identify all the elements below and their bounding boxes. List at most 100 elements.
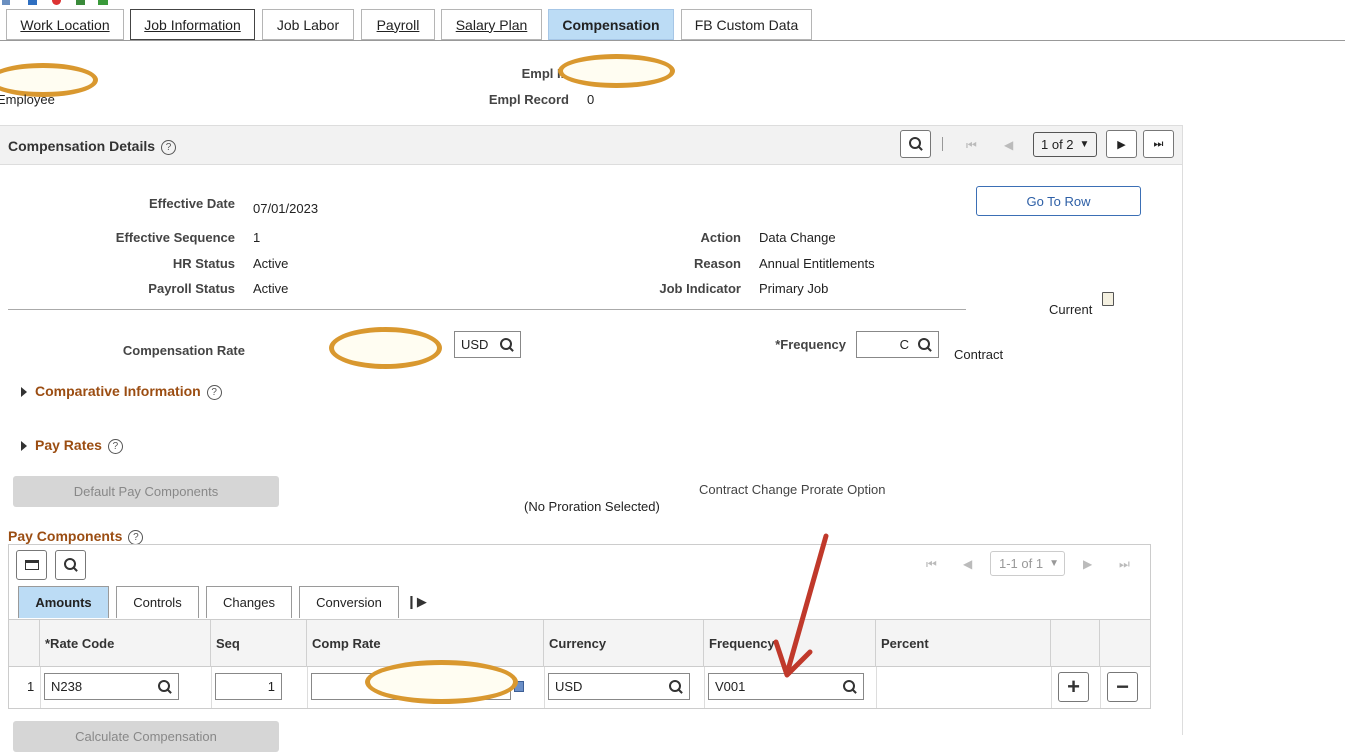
help-icon[interactable]: ? (128, 529, 144, 545)
grid-personalize-icon (24, 560, 39, 570)
search-icon[interactable] (918, 337, 932, 352)
search-icon (908, 137, 923, 151)
row-cell-divider (211, 667, 212, 708)
search-icon[interactable] (843, 679, 857, 694)
help-icon[interactable]: ? (107, 438, 123, 454)
redaction-ellipse-row-comp-rate (365, 660, 518, 704)
currency-input[interactable]: USD (454, 331, 521, 358)
comparative-information-toggle[interactable]: Comparative Information? (21, 383, 222, 400)
grid-pager-select[interactable]: 1-1 of 1 ▼ (990, 551, 1065, 576)
default-pay-components-button[interactable]: Default Pay Components (13, 476, 279, 507)
search-icon[interactable] (158, 679, 172, 694)
comp-details-border-right (1182, 125, 1183, 735)
next-icon: ▶ (1117, 138, 1126, 151)
subtab-conversion[interactable]: Conversion (299, 586, 399, 618)
minus-icon: − (1116, 674, 1129, 699)
chevron-down-icon: ▼ (1049, 558, 1059, 569)
hr-status-value: Active (253, 256, 289, 271)
first-row-icon: ⏮ (966, 138, 977, 152)
action-value: Data Change (759, 230, 836, 245)
col-add (1051, 620, 1100, 667)
help-icon[interactable]: ? (206, 384, 222, 400)
redaction-ellipse-empl-id (558, 54, 675, 88)
col-seq: Seq (211, 620, 307, 667)
add-row-button[interactable]: + (1058, 672, 1089, 702)
tab-payroll[interactable]: Payroll (361, 9, 435, 40)
calculate-compensation-button[interactable]: Calculate Compensation (13, 721, 279, 752)
grid-next-icon: ▶ (1083, 557, 1093, 571)
rate-code-input[interactable]: N238 (44, 673, 179, 700)
last-icon: ⏭ (1153, 137, 1164, 150)
search-icon[interactable] (500, 337, 514, 352)
personalize-grid-button[interactable] (16, 550, 47, 580)
frequency-label: *Frequency (775, 337, 846, 352)
currency-row-input[interactable]: USD (548, 673, 690, 700)
expand-triangle-icon (21, 441, 27, 452)
pay-components-title: Pay Components? (8, 528, 144, 545)
search-icon (63, 558, 78, 572)
row-pager-select[interactable]: 1 of 2 ▼ (1033, 132, 1097, 157)
frequency-input[interactable]: C (856, 331, 939, 358)
col-currency: Currency (544, 620, 704, 667)
delete-row-button[interactable]: − (1107, 672, 1138, 702)
job-indicator-label: Job Indicator (659, 281, 741, 296)
effective-sequence-value: 1 (253, 230, 261, 245)
payroll-status-value: Active (253, 281, 289, 296)
empl-id-label: Empl ID (521, 66, 570, 81)
seq-input[interactable]: 1 (215, 673, 282, 700)
effective-date-value: 07/01/2023 (253, 201, 319, 216)
grid-first-icon: ⏮ (926, 557, 937, 571)
toolbar-icon-1[interactable] (2, 0, 10, 5)
toolbar-icon-5[interactable] (98, 0, 108, 5)
grid-search-button[interactable] (55, 550, 86, 580)
pay-rates-toggle[interactable]: Pay Rates? (21, 437, 123, 454)
tab-fb-custom-data[interactable]: FB Custom Data (681, 9, 812, 40)
grid-last-icon: ⏭ (1119, 557, 1130, 571)
tab-compensation[interactable]: Compensation (548, 9, 674, 40)
tab-salary-plan[interactable]: Salary Plan (441, 9, 542, 40)
toolbar-icon-3[interactable] (52, 0, 61, 5)
comp-details-search-button[interactable] (900, 130, 931, 158)
current-label: Current (1049, 302, 1093, 317)
toolbar-icon-4[interactable] (76, 0, 85, 5)
effective-sequence-label: Effective Sequence (115, 230, 235, 245)
tabs-divider (0, 40, 1345, 41)
subtab-amounts[interactable]: Amounts (18, 586, 109, 618)
employee-label: Employee (0, 92, 55, 107)
row-cell-divider (704, 667, 705, 708)
action-label: Action (700, 230, 741, 245)
grid-previous-icon: ◀ (963, 557, 973, 571)
tab-work-location[interactable]: Work Location (6, 9, 124, 40)
job-indicator-value: Primary Job (759, 281, 829, 296)
toolbar-icon-2[interactable] (28, 0, 37, 5)
annotation-arrow-shaft (785, 533, 829, 673)
last-row-button[interactable]: ⏭ (1143, 130, 1174, 158)
show-all-columns-icon[interactable]: ❙▶ (406, 594, 427, 610)
col-delete (1100, 620, 1150, 667)
row-cell-divider (876, 667, 877, 708)
col-rate-code: *Rate Code (40, 620, 211, 667)
pager-separator (942, 137, 943, 151)
row-cell-divider (1051, 667, 1052, 708)
previous-row-icon: ◀ (1004, 138, 1014, 152)
redaction-ellipse-comp-rate (329, 327, 442, 369)
table-row: 1 N238 1 USD V001 + − (9, 667, 1150, 708)
toolbar-icons-strip (0, 0, 110, 6)
tab-job-labor[interactable]: Job Labor (262, 9, 354, 40)
reason-label: Reason (694, 256, 741, 271)
col-percent: Percent (876, 620, 1051, 667)
subtab-changes[interactable]: Changes (206, 586, 292, 618)
next-row-button[interactable]: ▶ (1106, 130, 1137, 158)
row-cell-divider (307, 667, 308, 708)
tab-job-information[interactable]: Job Information (130, 9, 255, 40)
search-icon[interactable] (669, 679, 683, 694)
no-proration-value: (No Proration Selected) (524, 499, 660, 514)
go-to-row-button[interactable]: Go To Row (976, 186, 1141, 216)
help-icon[interactable]: ? (161, 139, 177, 155)
comp-rate-label: Compensation Rate (122, 343, 245, 358)
subtab-controls[interactable]: Controls (116, 586, 199, 618)
col-row-number (9, 620, 40, 667)
empl-record-label: Empl Record (488, 92, 569, 107)
row-cell-divider (544, 667, 545, 708)
row-cell-divider (40, 667, 41, 708)
